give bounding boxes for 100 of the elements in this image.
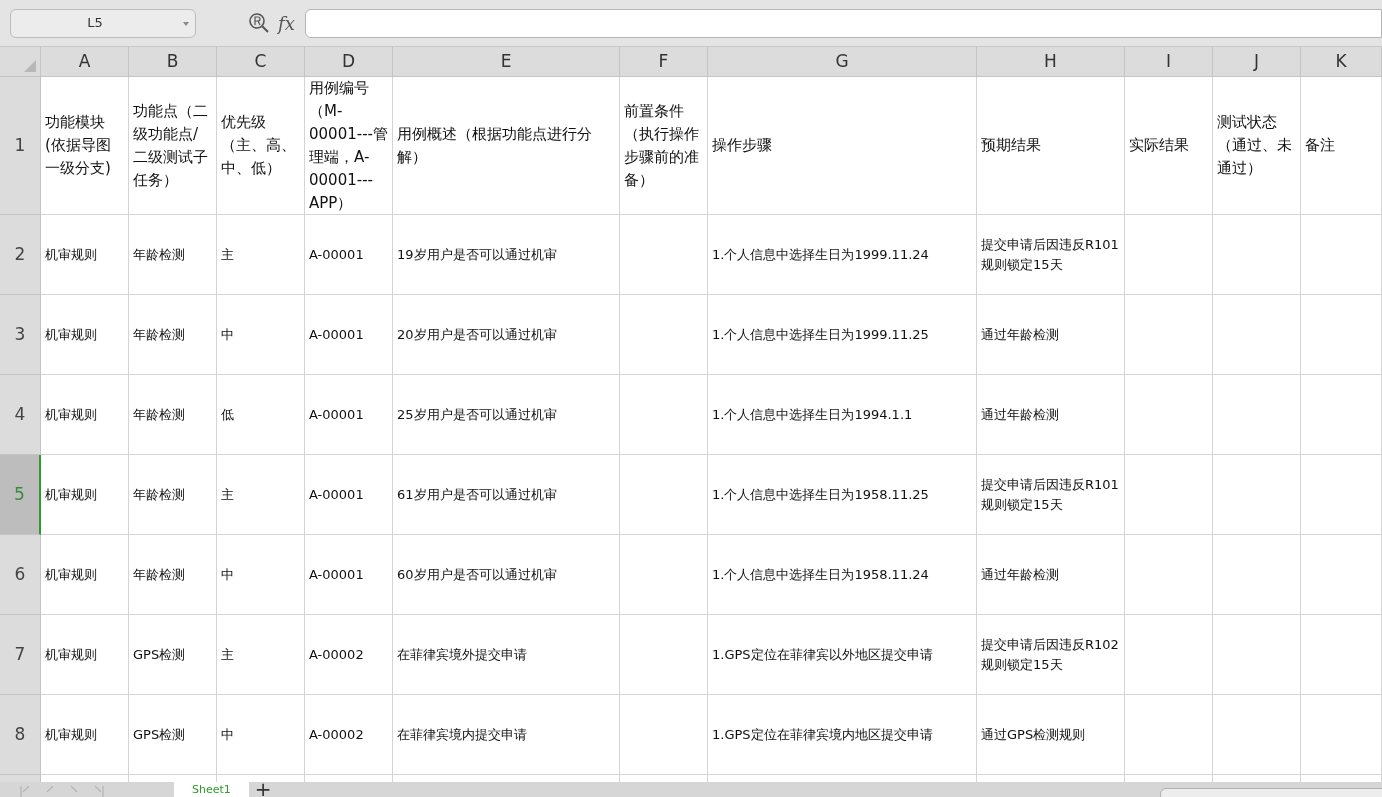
first-sheet-icon[interactable] bbox=[20, 786, 30, 797]
empty-cell[interactable] bbox=[1125, 215, 1213, 295]
empty-cell[interactable] bbox=[620, 295, 708, 375]
row-header[interactable]: 2 bbox=[0, 215, 41, 295]
table-cell: 1.个人信息中选择生日为1958.11.24 bbox=[708, 535, 977, 615]
table-cell: 年龄检测 bbox=[129, 375, 217, 455]
triangle-icon[interactable] bbox=[24, 60, 36, 72]
table-cell: 在菲律宾境外提交申请 bbox=[393, 615, 620, 695]
name-box[interactable]: L5 bbox=[10, 8, 196, 38]
empty-cell[interactable] bbox=[1213, 455, 1301, 535]
empty-cell[interactable] bbox=[620, 535, 708, 615]
column-title: 测试状态（通过、未通过） bbox=[1213, 77, 1301, 215]
empty-cell[interactable] bbox=[1213, 615, 1301, 695]
table-cell: 1.个人信息中选择生日为1999.11.25 bbox=[708, 295, 977, 375]
fx-label[interactable]: fx bbox=[278, 9, 295, 37]
table-cell: GPS检测 bbox=[129, 695, 217, 775]
column-header[interactable]: J bbox=[1213, 47, 1301, 77]
empty-cell[interactable] bbox=[620, 615, 708, 695]
column-title: 用例编号（M-00001---管理端，A-00001---APP） bbox=[305, 77, 393, 215]
table-cell: A-00002 bbox=[305, 695, 393, 775]
column-title: 实际结果 bbox=[1125, 77, 1213, 215]
table-cell: GPS检测 bbox=[129, 615, 217, 695]
select-all-corner[interactable] bbox=[0, 47, 41, 77]
empty-cell[interactable] bbox=[1213, 535, 1301, 615]
table-cell: 年龄检测 bbox=[129, 215, 217, 295]
empty-cell[interactable] bbox=[1301, 615, 1382, 695]
formula-input[interactable] bbox=[304, 8, 1382, 38]
row-header[interactable]: 1 bbox=[0, 77, 41, 215]
column-header[interactable]: F bbox=[620, 47, 708, 77]
column-title: 备注 bbox=[1301, 77, 1382, 215]
empty-cell[interactable] bbox=[1125, 695, 1213, 775]
last-sheet-icon[interactable] bbox=[94, 786, 104, 797]
column-title: 优先级（主、高、中、低） bbox=[217, 77, 305, 215]
table-cell: 年龄检测 bbox=[129, 535, 217, 615]
column-title: 功能模块(依据导图一级分支) bbox=[41, 77, 129, 215]
table-cell: 机审规则 bbox=[41, 295, 129, 375]
column-title: 预期结果 bbox=[977, 77, 1125, 215]
empty-cell[interactable] bbox=[1125, 455, 1213, 535]
table-cell: 提交申请后因违反R101规则锁定15天 bbox=[977, 455, 1125, 535]
empty-cell[interactable] bbox=[1301, 215, 1382, 295]
column-title: 功能点（二级功能点/二级测试子任务） bbox=[129, 77, 217, 215]
table-cell: 通过年龄检测 bbox=[977, 295, 1125, 375]
column-title: 操作步骤 bbox=[708, 77, 977, 215]
empty-cell[interactable] bbox=[620, 375, 708, 455]
row-header[interactable]: 8 bbox=[0, 695, 41, 775]
empty-cell[interactable] bbox=[1213, 695, 1301, 775]
table-cell: A-00002 bbox=[305, 615, 393, 695]
table-cell: 机审规则 bbox=[41, 215, 129, 295]
caret-icon bbox=[183, 21, 189, 26]
empty-cell[interactable] bbox=[1301, 375, 1382, 455]
add-sheet-button[interactable]: + bbox=[254, 782, 272, 797]
table-cell: 提交申请后因违反R101规则锁定15天 bbox=[977, 215, 1125, 295]
empty-cell[interactable] bbox=[1125, 295, 1213, 375]
table-cell: 在菲律宾境内提交申请 bbox=[393, 695, 620, 775]
column-header[interactable]: E bbox=[393, 47, 620, 77]
row-header[interactable]: 3 bbox=[0, 295, 41, 375]
empty-cell[interactable] bbox=[1125, 375, 1213, 455]
table-cell: 61岁用户是否可以通过机审 bbox=[393, 455, 620, 535]
table-cell: 1.GPS定位在菲律宾以外地区提交申请 bbox=[708, 615, 977, 695]
table-cell: 通过年龄检测 bbox=[977, 535, 1125, 615]
table-cell: 机审规则 bbox=[41, 535, 129, 615]
empty-cell[interactable] bbox=[1301, 535, 1382, 615]
empty-cell[interactable] bbox=[1213, 295, 1301, 375]
column-header[interactable]: K bbox=[1301, 47, 1382, 77]
empty-cell[interactable] bbox=[1301, 695, 1382, 775]
table-cell: A-00001 bbox=[305, 455, 393, 535]
empty-cell[interactable] bbox=[620, 215, 708, 295]
table-cell: 中 bbox=[217, 295, 305, 375]
column-header[interactable]: A bbox=[41, 47, 129, 77]
empty-cell[interactable] bbox=[1301, 455, 1382, 535]
table-cell: A-00001 bbox=[305, 375, 393, 455]
column-header[interactable]: H bbox=[977, 47, 1125, 77]
empty-cell[interactable] bbox=[1213, 375, 1301, 455]
column-header[interactable]: C bbox=[217, 47, 305, 77]
row-header[interactable]: 6 bbox=[0, 535, 41, 615]
sheet-tab[interactable]: Sheet1 bbox=[174, 782, 249, 797]
empty-cell[interactable] bbox=[1213, 215, 1301, 295]
table-cell: 主 bbox=[217, 615, 305, 695]
column-header[interactable]: B bbox=[129, 47, 217, 77]
empty-cell[interactable] bbox=[1125, 535, 1213, 615]
table-cell: 低 bbox=[217, 375, 305, 455]
row-header[interactable]: 7 bbox=[0, 615, 41, 695]
table-cell: 通过GPS检测规则 bbox=[977, 695, 1125, 775]
magnifier-icon[interactable] bbox=[248, 12, 270, 34]
row-header[interactable]: 4 bbox=[0, 375, 41, 455]
table-cell: 机审规则 bbox=[41, 455, 129, 535]
table-cell: A-00001 bbox=[305, 215, 393, 295]
column-header[interactable]: I bbox=[1125, 47, 1213, 77]
column-header[interactable]: D bbox=[305, 47, 393, 77]
empty-cell[interactable] bbox=[620, 695, 708, 775]
column-title: 用例概述（根据功能点进行分解） bbox=[393, 77, 620, 215]
table-cell: 中 bbox=[217, 695, 305, 775]
empty-cell[interactable] bbox=[1301, 295, 1382, 375]
table-cell: 年龄检测 bbox=[129, 295, 217, 375]
column-header[interactable]: G bbox=[708, 47, 977, 77]
empty-cell[interactable] bbox=[1125, 615, 1213, 695]
column-title: 前置条件（执行操作步骤前的准备） bbox=[620, 77, 708, 215]
table-cell: 1.GPS定位在菲律宾境内地区提交申请 bbox=[708, 695, 977, 775]
table-cell: 1.个人信息中选择生日为1999.11.24 bbox=[708, 215, 977, 295]
empty-cell[interactable] bbox=[620, 455, 708, 535]
